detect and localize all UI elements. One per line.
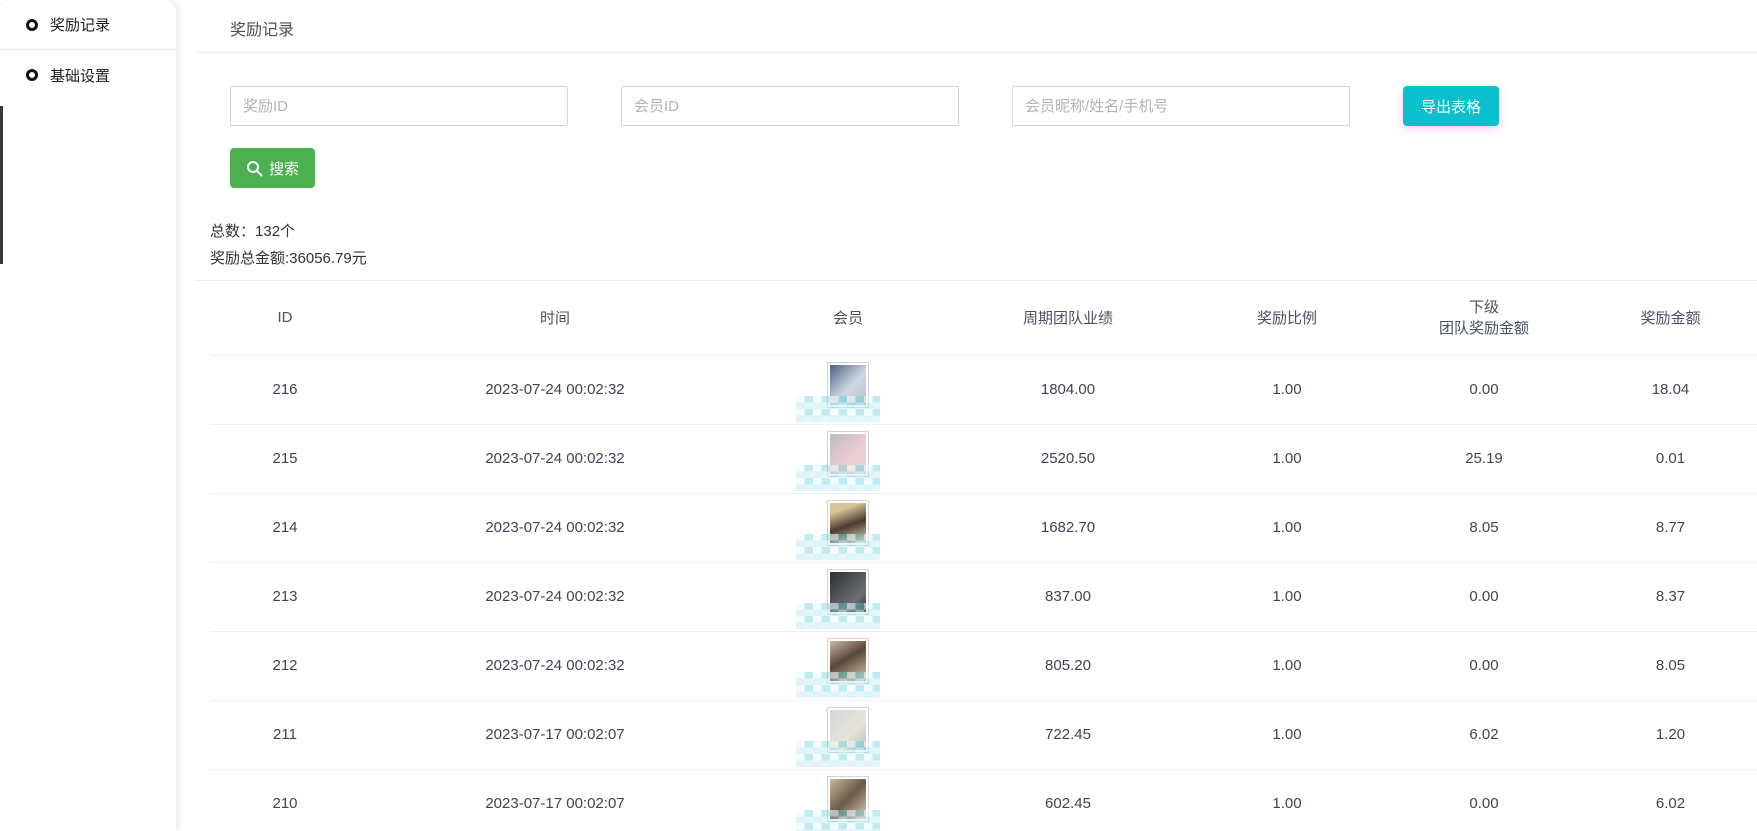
radio-circle-icon (26, 69, 38, 81)
col-header-ratio: 奖励比例 (1190, 281, 1384, 355)
cell-time: 2023-07-24 00:02:32 (360, 562, 750, 631)
left-scrollbar-thumb[interactable] (0, 106, 3, 264)
search-row: 搜索 (176, 148, 1757, 188)
cell-id: 215 (210, 424, 360, 493)
cell-amount: 8.37 (1584, 562, 1757, 631)
search-button[interactable]: 搜索 (230, 148, 315, 188)
cell-sub-amount: 0.00 (1384, 355, 1584, 424)
cell-member (750, 493, 946, 562)
sidebar: 奖励记录 基础设置 (0, 0, 176, 831)
cell-time: 2023-07-24 00:02:32 (360, 355, 750, 424)
search-button-label: 搜索 (269, 158, 299, 179)
censored-member-name (796, 672, 880, 698)
cell-amount: 1.20 (1584, 700, 1757, 769)
col-header-member: 会员 (750, 281, 946, 355)
cell-performance: 805.20 (946, 631, 1190, 700)
cell-amount: 6.02 (1584, 769, 1757, 831)
cell-time: 2023-07-17 00:02:07 (360, 700, 750, 769)
summary-block: 总数：132个 奖励总金额:36056.79元 (176, 218, 1757, 272)
col-header-id: ID (210, 281, 360, 355)
sidebar-item-basic-settings[interactable]: 基础设置 (0, 50, 176, 100)
cell-id: 216 (210, 355, 360, 424)
export-table-button[interactable]: 导出表格 (1403, 86, 1499, 126)
cell-member (750, 562, 946, 631)
cell-ratio: 1.00 (1190, 700, 1384, 769)
censored-member-name (796, 465, 880, 491)
cell-id: 213 (210, 562, 360, 631)
sidebar-item-reward-records[interactable]: 奖励记录 (0, 0, 176, 50)
cell-member (750, 700, 946, 769)
cell-performance: 602.45 (946, 769, 1190, 831)
cell-ratio: 1.00 (1190, 355, 1384, 424)
censored-member-name (796, 396, 880, 422)
cell-amount: 0.01 (1584, 424, 1757, 493)
cell-ratio: 1.00 (1190, 631, 1384, 700)
total-amount-line: 奖励总金额:36056.79元 (210, 245, 1757, 272)
cell-time: 2023-07-24 00:02:32 (360, 424, 750, 493)
main-content: 奖励记录 导出表格 搜索 总数：132个 奖励总金额:36056.79元 (176, 0, 1757, 831)
search-icon (246, 160, 263, 177)
col-header-time: 时间 (360, 281, 750, 355)
cell-member (750, 355, 946, 424)
cell-amount: 8.77 (1584, 493, 1757, 562)
table-row: 214 2023-07-24 00:02:32 1682.70 1.00 8.0… (210, 493, 1757, 562)
reward-id-input[interactable] (230, 86, 568, 126)
cell-sub-amount: 0.00 (1384, 562, 1584, 631)
cell-sub-amount: 6.02 (1384, 700, 1584, 769)
cell-sub-amount: 25.19 (1384, 424, 1584, 493)
censored-member-name (796, 741, 880, 767)
censored-member-name (796, 534, 880, 560)
total-count-line: 总数：132个 (210, 218, 1757, 245)
filter-bar: 导出表格 (176, 86, 1757, 126)
cell-performance: 2520.50 (946, 424, 1190, 493)
col-header-amount: 奖励金额 (1584, 281, 1757, 355)
cell-time: 2023-07-24 00:02:32 (360, 631, 750, 700)
cell-member (750, 631, 946, 700)
member-info-input[interactable] (1012, 86, 1350, 126)
cell-member (750, 769, 946, 831)
cell-ratio: 1.00 (1190, 493, 1384, 562)
cell-id: 210 (210, 769, 360, 831)
table-row: 215 2023-07-24 00:02:32 2520.50 1.00 25.… (210, 424, 1757, 493)
member-id-input[interactable] (621, 86, 959, 126)
cell-sub-amount: 8.05 (1384, 493, 1584, 562)
radio-circle-icon (26, 19, 38, 31)
table-header-row: ID 时间 会员 周期团队业绩 奖励比例 下级 团队奖励金额 奖励金额 (210, 281, 1757, 355)
table-row: 216 2023-07-24 00:02:32 1804.00 1.00 0.0… (210, 355, 1757, 424)
cell-sub-amount: 0.00 (1384, 631, 1584, 700)
cell-ratio: 1.00 (1190, 769, 1384, 831)
table-row: 211 2023-07-17 00:02:07 722.45 1.00 6.02… (210, 700, 1757, 769)
censored-member-name (796, 810, 880, 831)
cell-performance: 837.00 (946, 562, 1190, 631)
col-header-performance: 周期团队业绩 (946, 281, 1190, 355)
cell-ratio: 1.00 (1190, 424, 1384, 493)
cell-id: 211 (210, 700, 360, 769)
sidebar-item-label: 奖励记录 (50, 14, 110, 35)
cell-time: 2023-07-24 00:02:32 (360, 493, 750, 562)
cell-ratio: 1.00 (1190, 562, 1384, 631)
cell-id: 214 (210, 493, 360, 562)
col-header-sub-amount: 下级 团队奖励金额 (1384, 281, 1584, 355)
table-row: 213 2023-07-24 00:02:32 837.00 1.00 0.00… (210, 562, 1757, 631)
cell-amount: 18.04 (1584, 355, 1757, 424)
table-row: 212 2023-07-24 00:02:32 805.20 1.00 0.00… (210, 631, 1757, 700)
cell-sub-amount: 0.00 (1384, 769, 1584, 831)
cell-time: 2023-07-17 00:02:07 (360, 769, 750, 831)
rewards-table: ID 时间 会员 周期团队业绩 奖励比例 下级 团队奖励金额 奖励金额 216 … (210, 281, 1757, 831)
sidebar-item-label: 基础设置 (50, 65, 110, 86)
cell-performance: 1682.70 (946, 493, 1190, 562)
censored-member-name (796, 603, 880, 629)
cell-id: 212 (210, 631, 360, 700)
cell-performance: 722.45 (946, 700, 1190, 769)
table-row: 210 2023-07-17 00:02:07 602.45 1.00 0.00… (210, 769, 1757, 831)
cell-performance: 1804.00 (946, 355, 1190, 424)
page-title: 奖励记录 (196, 0, 1757, 53)
cell-member (750, 424, 946, 493)
cell-amount: 8.05 (1584, 631, 1757, 700)
